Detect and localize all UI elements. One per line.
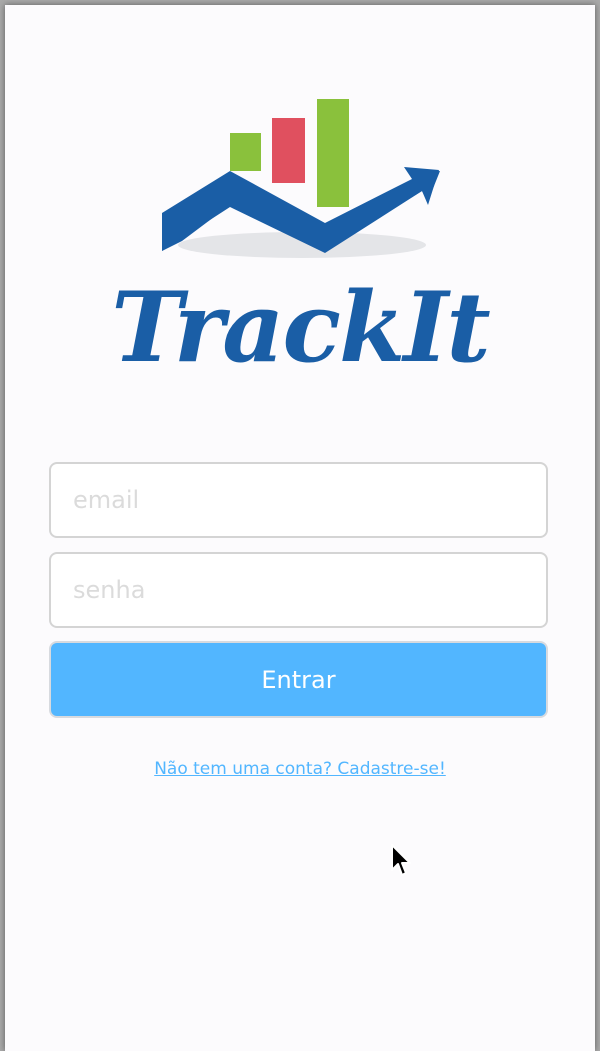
signup-link[interactable]: Não tem uma conta? Cadastre-se! xyxy=(5,759,595,779)
login-button[interactable]: Entrar xyxy=(49,641,548,718)
password-field[interactable] xyxy=(49,552,548,628)
email-field[interactable] xyxy=(49,462,548,538)
mouse-pointer-icon xyxy=(391,844,411,876)
login-screen: TrackIt Entrar Não tem uma conta? Cadast… xyxy=(5,5,595,1051)
login-button-label: Entrar xyxy=(261,665,336,694)
brand-title: TrackIt xyxy=(111,271,490,384)
logo-chart-icon xyxy=(162,99,440,258)
